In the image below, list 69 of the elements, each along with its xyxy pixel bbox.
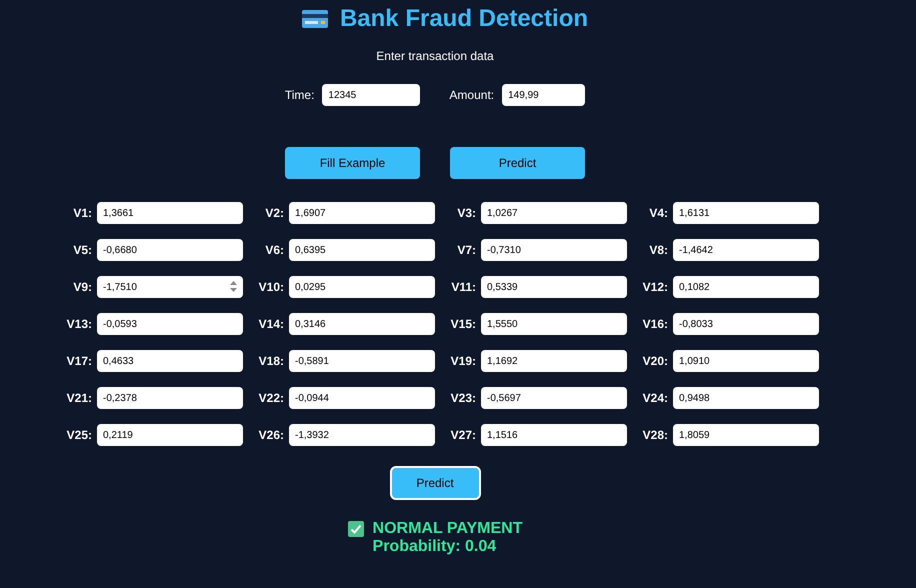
input-field[interactable]: 0,5339 [481, 276, 627, 298]
input-field[interactable]: 1,3661 [97, 202, 243, 224]
input-field[interactable]: -0,2378 [97, 387, 243, 409]
field-label: V25: [66, 428, 92, 442]
field-label: V27: [450, 428, 476, 442]
input-field[interactable]: -0,0944 [289, 387, 435, 409]
input-field[interactable]: 12345 [322, 84, 420, 106]
field-label: V8: [649, 243, 668, 257]
field-label: Amount: [449, 88, 494, 102]
field-label: V12: [642, 280, 668, 294]
field-label: V1: [73, 206, 92, 220]
credit-card-icon [302, 10, 328, 28]
result-probability: Probability: 0.04 [372, 538, 498, 556]
input-field[interactable]: -1,4642 [673, 239, 819, 261]
input-field[interactable]: 0,9498 [673, 387, 819, 409]
input-field[interactable]: 1,1516 [481, 424, 627, 446]
input-field[interactable]: -0,6680 [97, 239, 243, 261]
field-label: V7: [457, 243, 476, 257]
field-label: V5: [73, 243, 92, 257]
predict-button[interactable]: Predict [450, 147, 585, 179]
input-field[interactable]: 0,6395 [289, 239, 435, 261]
input-field[interactable]: 0,0295 [289, 276, 435, 298]
input-field[interactable]: 0,2119 [97, 424, 243, 446]
input-field[interactable]: -0,8033 [673, 313, 819, 335]
result-verdict: NORMAL PAYMENT [372, 520, 522, 538]
field-label: V18: [258, 354, 284, 368]
input-field[interactable]: 1,6131 [673, 202, 819, 224]
field-label: V14: [258, 317, 284, 331]
field-label: V13: [66, 317, 92, 331]
field-label: V28: [642, 428, 668, 442]
spinner-icon[interactable] [230, 281, 237, 292]
input-field[interactable]: 1,5550 [481, 313, 627, 335]
input-field[interactable]: 149,99 [502, 84, 586, 106]
field-label: V22: [258, 391, 284, 405]
field-label: V11: [451, 280, 476, 294]
field-label: V26: [258, 428, 284, 442]
field-label: V17: [66, 354, 92, 368]
input-field[interactable]: 0,3146 [289, 313, 435, 335]
input-field[interactable]: 0,1082 [673, 276, 819, 298]
field-label: V2: [265, 206, 284, 220]
field-label: V15: [450, 317, 476, 331]
input-field[interactable]: 1,0910 [673, 350, 819, 372]
field-label: V4: [649, 206, 668, 220]
input-field[interactable]: -0,0593 [97, 313, 243, 335]
input-field[interactable]: 1,0267 [481, 202, 627, 224]
input-field[interactable]: -1,7510 [97, 276, 243, 298]
field-label: V16: [642, 317, 668, 331]
field-label: V19: [450, 354, 476, 368]
field-label: Time: [284, 88, 314, 102]
field-label: V24: [642, 391, 668, 405]
field-label: V20: [642, 354, 668, 368]
field-label: V21: [66, 391, 92, 405]
input-field[interactable]: -0,7310 [481, 239, 627, 261]
field-label: V6: [265, 243, 284, 257]
field-label: V10: [258, 280, 284, 294]
subtitle: Enter transaction data [375, 49, 495, 63]
predict-button[interactable]: Predict [390, 466, 480, 500]
input-field[interactable]: 1,1692 [481, 350, 627, 372]
input-field[interactable]: -1,3932 [289, 424, 435, 446]
fill-example-button[interactable]: Fill Example [285, 147, 420, 179]
app-title: Bank Fraud Detection [340, 4, 588, 34]
input-field[interactable]: -0,5891 [289, 350, 435, 372]
input-field[interactable]: -0,5697 [481, 387, 627, 409]
field-label: V9: [73, 280, 92, 294]
field-label: V3: [457, 206, 476, 220]
input-field[interactable]: 1,6907 [289, 202, 435, 224]
field-label: V23: [450, 391, 476, 405]
input-field[interactable]: 1,8059 [673, 424, 819, 446]
input-field[interactable]: 0,4633 [97, 350, 243, 372]
